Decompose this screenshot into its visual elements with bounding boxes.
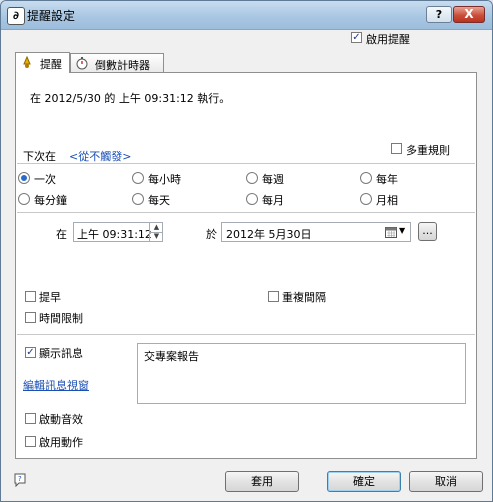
- svg-text:?: ?: [18, 475, 22, 483]
- context-help-icon[interactable]: ?: [13, 473, 27, 487]
- freq-daily-radio[interactable]: [132, 193, 144, 205]
- sound-label: 啟動音效: [39, 413, 83, 426]
- early-label: 提早: [39, 291, 61, 304]
- freq-yearly-label: 每年: [376, 173, 398, 186]
- divider: [17, 334, 475, 335]
- multiple-rules-label: 多重規則: [406, 144, 450, 157]
- freq-monthly-radio[interactable]: [246, 193, 258, 205]
- close-button[interactable]: X: [453, 6, 485, 23]
- time-input[interactable]: 上午 09:31:12 ▲ ▼: [73, 222, 163, 242]
- next-run-value: <從不觸發>: [69, 150, 132, 163]
- ok-button[interactable]: 確定: [327, 471, 401, 492]
- freq-hourly-radio[interactable]: [132, 172, 144, 184]
- freq-once-label: 一次: [34, 173, 56, 186]
- calendar-icon[interactable]: [385, 227, 397, 238]
- tab-countdown-label: 倒數計時器: [95, 59, 150, 72]
- early-checkbox[interactable]: [25, 291, 36, 302]
- time-limit-label: 時間限制: [39, 312, 83, 325]
- stopwatch-icon: [76, 57, 88, 70]
- enable-reminder-checkbox[interactable]: ✓: [351, 32, 362, 43]
- app-icon: ∂: [7, 7, 25, 25]
- title-bar: ∂ 提醒設定 ? X: [1, 1, 492, 30]
- cancel-button[interactable]: 取消: [409, 471, 483, 492]
- freq-moon-phase-label: 月相: [376, 194, 398, 207]
- date-value: 2012年 5月30日: [226, 228, 312, 241]
- action-checkbox[interactable]: [25, 436, 36, 447]
- divider: [17, 163, 475, 164]
- on-label: 於: [206, 228, 217, 241]
- sound-checkbox[interactable]: [25, 413, 36, 424]
- divider: [17, 212, 475, 213]
- date-picker[interactable]: 2012年 5月30日 ▼: [221, 222, 411, 242]
- freq-weekly-label: 每週: [262, 173, 284, 186]
- message-text: 交專案報告: [144, 350, 199, 363]
- freq-daily-label: 每天: [148, 194, 170, 207]
- tab-reminder-label: 提醒: [40, 58, 62, 71]
- show-message-checkbox[interactable]: ✓: [25, 347, 36, 358]
- freq-moon-phase-radio[interactable]: [360, 193, 372, 205]
- more-date-button[interactable]: ...: [418, 222, 437, 241]
- edit-message-window-link[interactable]: 編輯訊息視窗: [23, 377, 89, 393]
- schedule-summary: 在 2012/5/30 的 上午 09:31:12 執行。: [30, 92, 231, 105]
- message-textarea[interactable]: 交專案報告: [137, 343, 466, 404]
- at-label: 在: [56, 228, 67, 241]
- time-down-icon[interactable]: ▼: [149, 232, 163, 241]
- freq-minutely-label: 每分鐘: [34, 194, 67, 207]
- repeat-interval-label: 重複間隔: [282, 291, 326, 304]
- chevron-down-icon[interactable]: ▼: [399, 226, 405, 235]
- tab-countdown-timer[interactable]: 倒數計時器: [70, 53, 164, 73]
- freq-monthly-label: 每月: [262, 194, 284, 207]
- freq-yearly-radio[interactable]: [360, 172, 372, 184]
- bell-icon: [23, 56, 31, 68]
- freq-hourly-label: 每小時: [148, 173, 181, 186]
- tab-reminder[interactable]: 提醒: [15, 52, 70, 73]
- time-limit-checkbox[interactable]: [25, 312, 36, 323]
- next-run-label: 下次在: [23, 150, 56, 163]
- freq-weekly-radio[interactable]: [246, 172, 258, 184]
- window-title: 提醒設定: [27, 9, 76, 23]
- reminder-settings-window: ∂ 提醒設定 ? X ✓ 啟用提醒 提醒 倒數計時器 在 2012/5/30 的…: [0, 0, 493, 502]
- action-label: 啟用動作: [39, 436, 83, 449]
- time-value: 上午 09:31:12: [77, 228, 152, 241]
- multiple-rules-checkbox[interactable]: [391, 143, 402, 154]
- enable-reminder-label: 啟用提醒: [366, 33, 410, 46]
- repeat-interval-checkbox[interactable]: [268, 291, 279, 302]
- freq-minutely-radio[interactable]: [18, 193, 30, 205]
- apply-button[interactable]: 套用: [225, 471, 299, 492]
- show-message-label: 顯示訊息: [39, 347, 83, 360]
- freq-once-radio[interactable]: [18, 172, 30, 184]
- help-button[interactable]: ?: [426, 6, 452, 23]
